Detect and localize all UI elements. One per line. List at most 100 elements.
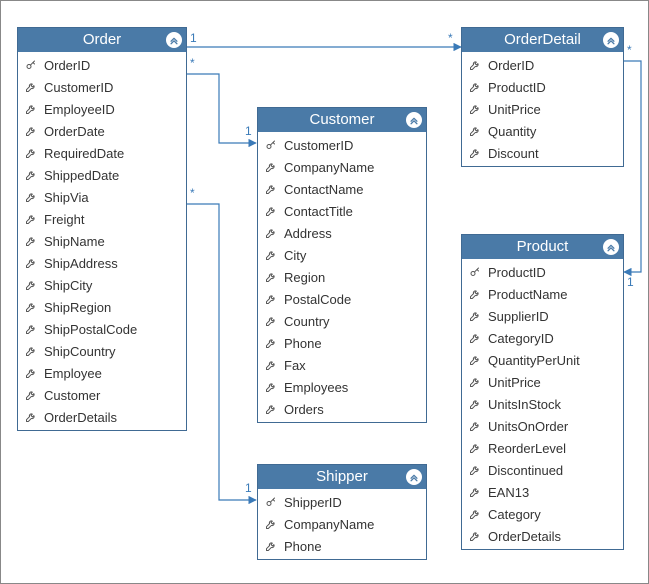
attribute-row[interactable]: ShippedDate xyxy=(18,164,186,186)
entity-header[interactable]: OrderDetail xyxy=(462,28,623,52)
attribute-row[interactable]: Discount xyxy=(462,142,623,164)
attribute-row[interactable]: Freight xyxy=(18,208,186,230)
attribute-row[interactable]: ShipPostalCode xyxy=(18,318,186,340)
attribute-row[interactable]: ProductID xyxy=(462,76,623,98)
wrench-icon xyxy=(468,442,482,454)
wrench-icon xyxy=(264,540,278,552)
attribute-row[interactable]: Phone xyxy=(258,535,426,557)
attribute-row[interactable]: Discontinued xyxy=(462,459,623,481)
attribute-row[interactable]: ProductID xyxy=(462,261,623,283)
attribute-list: CustomerID CompanyName ContactNameContactT… xyxy=(258,132,426,422)
attribute-label: ShipRegion xyxy=(44,300,111,315)
attribute-row[interactable]: CompanyName xyxy=(258,156,426,178)
attribute-label: RequiredDate xyxy=(44,146,124,161)
attribute-row[interactable]: Phone xyxy=(258,332,426,354)
wrench-icon xyxy=(468,486,482,498)
attribute-row[interactable]: ShipCity xyxy=(18,274,186,296)
entity-shipper[interactable]: Shipper ShipperID CompanyNamePhone xyxy=(257,464,427,560)
attribute-row[interactable]: RequiredDate xyxy=(18,142,186,164)
attribute-list: ProductIDProductNameSupplierIDCategoryID… xyxy=(462,259,623,549)
attribute-label: UnitPrice xyxy=(488,375,541,390)
attribute-label: ShipperID xyxy=(284,495,342,510)
attribute-row[interactable]: Employee xyxy=(18,362,186,384)
attribute-row[interactable]: EmployeeID xyxy=(18,98,186,120)
entity-header[interactable]: Product xyxy=(462,235,623,259)
attribute-row[interactable]: CompanyName xyxy=(258,513,426,535)
attribute-row[interactable]: Customer xyxy=(18,384,186,406)
wrench-icon xyxy=(264,359,278,371)
attribute-row[interactable]: QuantityPerUnit xyxy=(462,349,623,371)
attribute-row[interactable]: CategoryID xyxy=(462,327,623,349)
attribute-row[interactable]: ShipAddress xyxy=(18,252,186,274)
attribute-row[interactable]: EAN13 xyxy=(462,481,623,503)
attribute-row[interactable]: Category xyxy=(462,503,623,525)
attribute-label: ShipCountry xyxy=(44,344,116,359)
multiplicity-label: 1 xyxy=(190,31,197,45)
attribute-row[interactable]: Region xyxy=(258,266,426,288)
entity-title: Product xyxy=(517,238,569,255)
wrench-icon xyxy=(468,288,482,300)
wrench-icon xyxy=(24,367,38,379)
wrench-icon xyxy=(24,191,38,203)
wrench-icon xyxy=(468,508,482,520)
attribute-row[interactable]: OrderDetails xyxy=(462,525,623,547)
attribute-row[interactable]: CustomerID xyxy=(258,134,426,156)
attribute-row[interactable]: OrderDate xyxy=(18,120,186,142)
attribute-row[interactable]: ShipCountry xyxy=(18,340,186,362)
wrench-icon xyxy=(468,398,482,410)
entity-title: Order xyxy=(83,31,121,48)
entity-header[interactable]: Shipper xyxy=(258,465,426,489)
entity-orderdetail[interactable]: OrderDetailOrderIDProductID UnitPrice Quan… xyxy=(461,27,624,167)
attribute-row[interactable]: Employees xyxy=(258,376,426,398)
attribute-row[interactable]: Country xyxy=(258,310,426,332)
attribute-row[interactable]: Orders xyxy=(258,398,426,420)
attribute-row[interactable]: City xyxy=(258,244,426,266)
collapse-button[interactable] xyxy=(406,469,422,485)
attribute-row[interactable]: OrderID xyxy=(18,54,186,76)
chevron-up-icon xyxy=(409,115,419,125)
attribute-row[interactable]: ContactTitle xyxy=(258,200,426,222)
attribute-row[interactable]: ShipName xyxy=(18,230,186,252)
attribute-row[interactable]: SupplierID xyxy=(462,305,623,327)
attribute-label: ShipCity xyxy=(44,278,92,293)
attribute-row[interactable]: Quantity xyxy=(462,120,623,142)
collapse-button[interactable] xyxy=(406,112,422,128)
wrench-icon xyxy=(264,518,278,530)
attribute-label: UnitPrice xyxy=(488,102,541,117)
wrench-icon xyxy=(264,337,278,349)
attribute-row[interactable]: CustomerID xyxy=(18,76,186,98)
attribute-row[interactable]: UnitPrice xyxy=(462,371,623,393)
entity-header[interactable]: Customer xyxy=(258,108,426,132)
entity-title: Customer xyxy=(309,111,374,128)
collapse-button[interactable] xyxy=(603,32,619,48)
attribute-row[interactable]: ShipVia xyxy=(18,186,186,208)
attribute-label: ShipName xyxy=(44,234,105,249)
entity-customer[interactable]: Customer CustomerID CompanyName ContactName… xyxy=(257,107,427,423)
attribute-row[interactable]: ShipperID xyxy=(258,491,426,513)
attribute-row[interactable]: UnitPrice xyxy=(462,98,623,120)
attribute-label: ShipPostalCode xyxy=(44,322,137,337)
entity-product[interactable]: ProductProductIDProductNameSupplierIDCat… xyxy=(461,234,624,550)
attribute-row[interactable]: ContactName xyxy=(258,178,426,200)
attribute-row[interactable]: PostalCode xyxy=(258,288,426,310)
collapse-button[interactable] xyxy=(166,32,182,48)
wrench-icon xyxy=(264,293,278,305)
attribute-row[interactable]: OrderDetails xyxy=(18,406,186,428)
wrench-icon xyxy=(24,169,38,181)
attribute-label: PostalCode xyxy=(284,292,351,307)
entity-header[interactable]: Order xyxy=(18,28,186,52)
key-icon xyxy=(24,59,38,71)
attribute-row[interactable]: ShipRegion xyxy=(18,296,186,318)
attribute-row[interactable]: OrderID xyxy=(462,54,623,76)
attribute-row[interactable]: Fax xyxy=(258,354,426,376)
attribute-list: OrderIDCustomerIDEmployeeIDOrderDate Requ… xyxy=(18,52,186,430)
attribute-row[interactable]: ProductName xyxy=(462,283,623,305)
collapse-button[interactable] xyxy=(603,239,619,255)
attribute-row[interactable]: ReorderLevel xyxy=(462,437,623,459)
attribute-row[interactable]: Address xyxy=(258,222,426,244)
entity-order[interactable]: Order OrderIDCustomerIDEmployeeIDOrderDat… xyxy=(17,27,187,431)
attribute-label: CompanyName xyxy=(284,160,374,175)
attribute-row[interactable]: UnitsInStock xyxy=(462,393,623,415)
attribute-row[interactable]: UnitsOnOrder xyxy=(462,415,623,437)
attribute-label: UnitsOnOrder xyxy=(488,419,568,434)
